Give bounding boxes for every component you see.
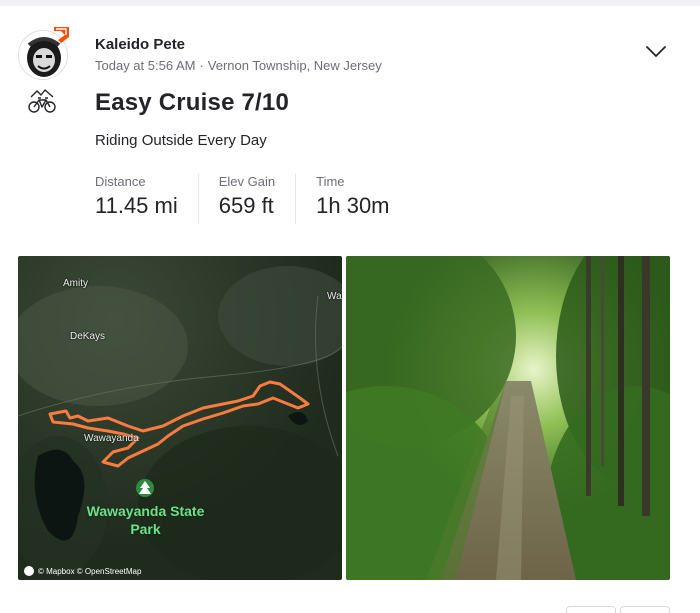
- stat-label: Time: [316, 174, 345, 189]
- map-label-wa: Wa: [327, 291, 342, 302]
- comment-button[interactable]: [620, 606, 670, 613]
- trail-photo-image: [346, 256, 670, 580]
- activity-title[interactable]: Easy Cruise 7/10: [95, 89, 289, 117]
- stat-elev-gain: Elev Gain 659 ft: [197, 174, 295, 224]
- mountain-bike-icon: [28, 89, 56, 113]
- stat-distance: Distance 11.45 mi: [95, 174, 198, 224]
- activity-stats: Distance 11.45 mi Elev Gain 659 ft Time …: [95, 174, 410, 224]
- attribution-text: © Mapbox © OpenStreetMap: [38, 566, 142, 576]
- stat-label: Distance: [95, 174, 146, 189]
- activity-timestamp: Today at 5:56 AM: [95, 58, 196, 73]
- activity-meta: Today at 5:56 AM · Vernon Township, New Je…: [95, 58, 382, 73]
- mapbox-logo-icon: [24, 566, 34, 576]
- meta-separator: ·: [199, 58, 204, 73]
- stat-label: Elev Gain: [218, 174, 276, 189]
- activity-description: Riding Outside Every Day: [95, 132, 267, 149]
- map-park-label: Wawayanda State Park: [86, 503, 205, 537]
- stat-value: 659 ft: [218, 193, 274, 218]
- activity-photo[interactable]: [346, 256, 670, 580]
- route-map[interactable]: Amity DeKays Wawayanda Wa Wawayanda Stat…: [18, 256, 342, 580]
- athlete-name[interactable]: Kaleido Pete: [95, 36, 185, 53]
- premium-badge-icon: [54, 27, 69, 43]
- stat-value: 11.45 mi: [95, 193, 178, 218]
- map-label-amity: Amity: [63, 278, 88, 289]
- chevron-down-icon[interactable]: [644, 42, 668, 60]
- map-label-dekays: DeKays: [70, 331, 106, 342]
- stat-value: 1h 30m: [316, 193, 390, 218]
- map-attribution: © Mapbox © OpenStreetMap: [24, 566, 141, 576]
- kudos-button[interactable]: [566, 606, 616, 613]
- map-label-wawayanda: Wawayanda: [84, 433, 139, 444]
- activity-location: Vernon Township, New Jersey: [207, 58, 382, 73]
- stat-time: Time 1h 30m: [295, 174, 409, 224]
